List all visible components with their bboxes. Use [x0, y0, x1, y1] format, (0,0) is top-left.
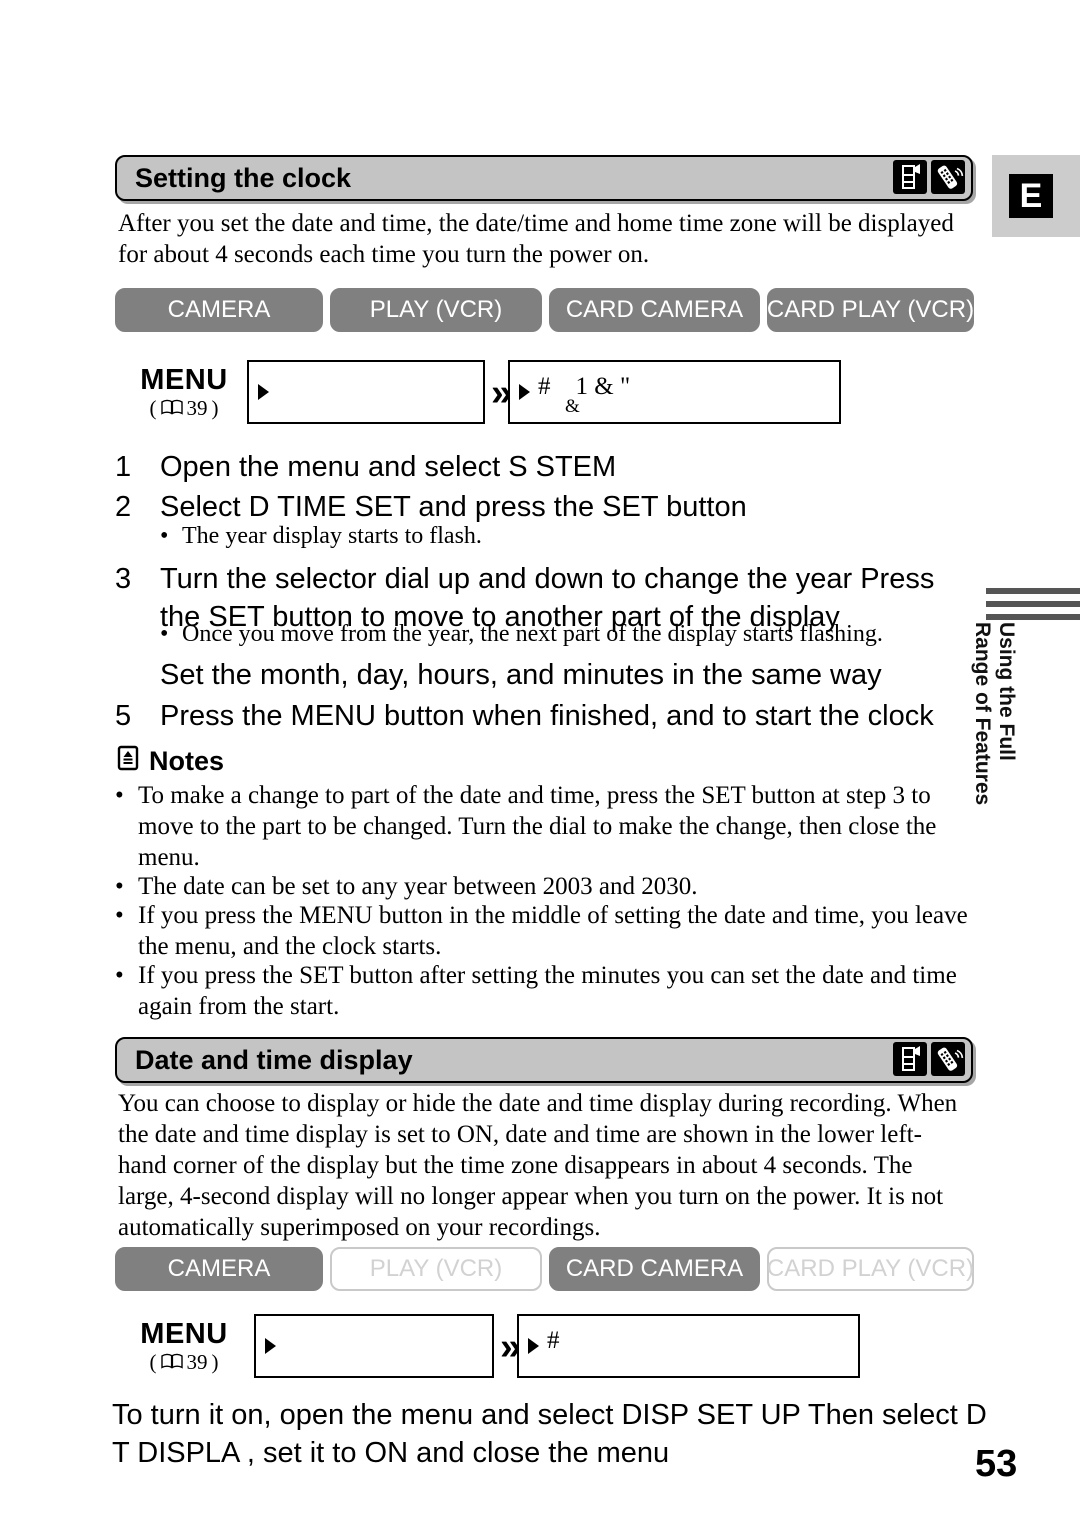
step-text: Select D TIME SET and press the SET butt… — [160, 491, 747, 523]
bullet-dot-icon: • — [115, 902, 124, 929]
section-intro-paragraph: You can choose to display or hide the da… — [118, 1090, 958, 1241]
note-item: • If you press the SET button after sett… — [115, 960, 973, 1022]
step-number: 1 — [115, 451, 132, 483]
note-text: To make a change to part of the date and… — [138, 782, 937, 871]
mode-button-card-camera[interactable]: CARD CAMERA — [549, 1247, 760, 1291]
note-item: • If you press the MENU button in the mi… — [115, 900, 973, 962]
menu-diagram-label: MENU ( 39 ) — [115, 1318, 253, 1374]
mode-button-card-play-vcr[interactable]: CARD PLAY (VCR) — [767, 288, 974, 332]
menu-pointer-triangle-icon — [258, 384, 269, 400]
notes-heading: Notes — [115, 745, 224, 777]
step-2-note: • The year display starts to flash. — [160, 522, 960, 551]
bullet-dot-icon: • — [160, 621, 169, 647]
language-tab: E — [992, 155, 1080, 237]
sidebar-caption-line1: Using the Full — [995, 622, 1018, 761]
section-icon-group — [893, 1042, 965, 1076]
remote-control-icon — [931, 1042, 965, 1076]
step-5: 5 Press the MENU button when finished, a… — [115, 697, 975, 735]
menu-ref-close: ) — [211, 396, 219, 420]
section-header-date-and-time-display: Date and time display — [115, 1037, 973, 1083]
menu-ref-open: ( — [149, 396, 157, 420]
step-note-text: The year display starts to flash. — [182, 523, 482, 549]
mode-button-play-vcr[interactable]: PLAY (VCR) — [330, 1247, 542, 1291]
menu-box-2-subtext: & — [565, 396, 580, 417]
section-title: Date and time display — [135, 1045, 413, 1075]
menu-box-1 — [247, 360, 485, 424]
page-number: 53 — [975, 1443, 1018, 1485]
menu-page-reference: ( 39 ) — [115, 1350, 253, 1374]
section-header-setting-the-clock: Setting the clock — [115, 155, 973, 201]
step-text: Set the month, day, hours, and minutes i… — [160, 659, 882, 691]
bullet-dot-icon: • — [115, 873, 124, 900]
note-text: If you press the SET button after settin… — [138, 962, 957, 1020]
note-text: If you press the MENU button in the midd… — [138, 902, 968, 960]
step-text: Open the menu and select S STEM — [160, 451, 617, 483]
page-content: Setting the clock After you set the date… — [0, 0, 992, 1535]
book-icon — [160, 396, 183, 420]
menu-box-2: # 1 & " & — [508, 360, 841, 424]
step-2: 2 Select D TIME SET and press the SET bu… — [115, 488, 975, 526]
camcorder-icon — [893, 1042, 927, 1076]
note-book-icon — [115, 745, 141, 777]
step-note-text: Once you move from the year, the next pa… — [182, 621, 883, 647]
step-number: 3 — [115, 563, 132, 595]
menu-ref-open: ( — [149, 1350, 157, 1374]
bullet-dot-icon: • — [115, 782, 124, 809]
menu-pointer-triangle-icon — [528, 1338, 539, 1354]
menu-box-2-text: # 1 & " — [538, 373, 631, 400]
menu-diagram-1: MENU ( 39 ) » # 1 & " & — [115, 360, 975, 428]
menu-diagram-2: MENU ( 39 ) » # — [115, 1314, 975, 1382]
menu-pointer-triangle-icon — [265, 1338, 276, 1354]
mode-button-camera[interactable]: CAMERA — [115, 288, 323, 332]
menu-box-2-text: # — [547, 1327, 560, 1354]
menu-word: MENU — [140, 1318, 228, 1350]
menu-flow-chevron-icon: » — [500, 1326, 521, 1368]
remote-control-icon — [931, 160, 965, 194]
mode-button-play-vcr[interactable]: PLAY (VCR) — [330, 288, 542, 332]
step-4: Set the month, day, hours, and minutes i… — [115, 656, 975, 694]
step-number: 5 — [115, 700, 132, 732]
mode-button-card-play-vcr[interactable]: CARD PLAY (VCR) — [767, 1247, 974, 1291]
step-3-note: • Once you move from the year, the next … — [160, 620, 960, 649]
sidebar-section-caption: Using the Full Range of Features — [971, 622, 1046, 902]
sidebar-rule — [986, 614, 1080, 620]
menu-box-1 — [254, 1314, 494, 1378]
section-title: Setting the clock — [135, 163, 352, 193]
mode-button-card-camera[interactable]: CARD CAMERA — [549, 288, 760, 332]
note-item: • The date can be set to any year betwee… — [115, 871, 973, 902]
menu-ref-page: 39 — [186, 1350, 208, 1374]
closing-instruction: To turn it on, open the menu and select … — [112, 1399, 987, 1469]
note-item: • To make a change to part of the date a… — [115, 780, 973, 873]
notes-heading-label: Notes — [149, 746, 225, 776]
book-icon — [160, 1350, 183, 1374]
menu-diagram-label: MENU ( 39 ) — [115, 364, 253, 420]
menu-ref-page: 39 — [186, 396, 208, 420]
bullet-dot-icon: • — [160, 523, 169, 549]
camcorder-icon — [893, 160, 927, 194]
step-1: 1 Open the menu and select S STEM — [115, 448, 975, 486]
menu-page-reference: ( 39 ) — [115, 396, 253, 420]
mode-button-row-1: CAMERA PLAY (VCR) CARD CAMERA CARD PLAY … — [115, 288, 975, 332]
sidebar-rule — [986, 601, 1080, 607]
sidebar-rule — [986, 588, 1080, 594]
note-text: The date can be set to any year between … — [138, 873, 698, 900]
mode-button-camera[interactable]: CAMERA — [115, 1247, 323, 1291]
menu-box-2: # — [517, 1314, 860, 1378]
menu-word: MENU — [140, 364, 228, 396]
language-badge: E — [1009, 174, 1053, 218]
menu-flow-chevron-icon: » — [491, 372, 512, 414]
menu-pointer-triangle-icon — [519, 384, 530, 400]
mode-button-row-2: CAMERA PLAY (VCR) CARD CAMERA CARD PLAY … — [115, 1247, 975, 1291]
step-number: 2 — [115, 491, 132, 523]
step-text: Press the MENU button when finished, and… — [160, 700, 934, 732]
section-intro-paragraph: After you set the date and time, the dat… — [118, 210, 954, 268]
bullet-dot-icon: • — [115, 962, 124, 989]
menu-ref-close: ) — [211, 1350, 219, 1374]
section-icon-group — [893, 160, 965, 194]
